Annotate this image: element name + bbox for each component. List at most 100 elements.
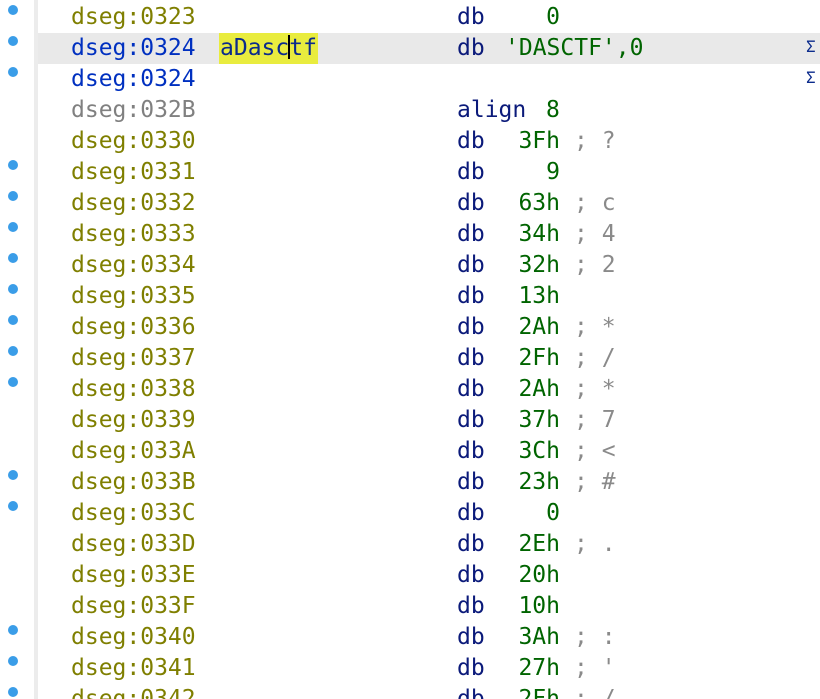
mnemonic[interactable]: db — [457, 591, 485, 622]
address[interactable]: dseg:033A — [71, 436, 196, 467]
address[interactable]: dseg:0323 — [71, 2, 196, 33]
listing-row[interactable]: dseg:0333 db 34h ; 4 — [38, 219, 820, 250]
mnemonic[interactable]: db — [457, 529, 485, 560]
listing-row[interactable]: dseg:0330 db 3Fh ; ? — [38, 126, 820, 157]
address[interactable]: dseg:033E — [71, 560, 196, 591]
address[interactable]: dseg:0338 — [71, 374, 196, 405]
listing-row[interactable]: dseg:033A db 3Ch ; < — [38, 436, 820, 467]
mnemonic[interactable]: db — [457, 250, 485, 281]
mnemonic[interactable]: db — [457, 157, 485, 188]
operand[interactable]: 8 — [546, 95, 560, 126]
address[interactable]: dseg:0341 — [71, 653, 196, 684]
breakpoint-dot-icon[interactable] — [8, 501, 18, 511]
breakpoint-dot-icon[interactable] — [8, 687, 18, 697]
operand[interactable]: 23h — [518, 467, 560, 498]
mnemonic[interactable]: db — [457, 219, 485, 250]
mnemonic[interactable]: db — [457, 498, 485, 529]
operand[interactable]: 2Ah — [518, 374, 560, 405]
operand[interactable]: 2Ah — [518, 312, 560, 343]
mnemonic[interactable]: db — [457, 653, 485, 684]
listing-row[interactable]: dseg:0337 db 2Fh ; / — [38, 343, 820, 374]
listing-row[interactable]: dseg:0338 db 2Ah ; * — [38, 374, 820, 405]
address[interactable]: dseg:0324 — [71, 64, 196, 95]
listing-row[interactable]: dseg:033B db 23h ; # — [38, 467, 820, 498]
breakpoint-dot-icon[interactable] — [8, 377, 18, 387]
breakpoint-dot-icon[interactable] — [8, 656, 18, 666]
listing-row[interactable]: dseg:033C db 0 — [38, 498, 820, 529]
operand[interactable]: 9 — [546, 157, 560, 188]
listing-row[interactable]: dseg:033D db 2Eh ; . — [38, 529, 820, 560]
breakpoint-dot-icon[interactable] — [8, 67, 18, 77]
breakpoint-dot-icon[interactable] — [8, 470, 18, 480]
disassembly-listing[interactable]: dseg:0323 db 0 dseg:0324 aDasctf db 'DASCTF',0… — [38, 0, 820, 699]
mnemonic[interactable]: db — [457, 2, 485, 33]
operand[interactable]: 3Ch — [518, 436, 560, 467]
breakpoint-dot-icon[interactable] — [8, 346, 18, 356]
mnemonic[interactable]: db — [457, 312, 485, 343]
operand[interactable]: 34h — [518, 219, 560, 250]
operand[interactable]: 63h — [518, 188, 560, 219]
operand[interactable]: 3Fh — [518, 126, 560, 157]
operand[interactable]: 2Fh — [518, 343, 560, 374]
breakpoint-dot-icon[interactable] — [8, 5, 18, 15]
listing-row[interactable]: dseg:0331 db 9 — [38, 157, 820, 188]
listing-row[interactable]: dseg:0335 db 13h — [38, 281, 820, 312]
listing-row[interactable]: dseg:032B align 8 — [38, 95, 820, 126]
breakpoint-dot-icon[interactable] — [8, 284, 18, 294]
breakpoint-dot-icon[interactable] — [8, 315, 18, 325]
operand[interactable]: 32h — [518, 250, 560, 281]
listing-row[interactable]: dseg:033F db 10h — [38, 591, 820, 622]
breakpoint-dot-icon[interactable] — [8, 191, 18, 201]
address[interactable]: dseg:0342 — [71, 684, 196, 699]
breakpoint-dot-icon[interactable] — [8, 160, 18, 170]
address[interactable]: dseg:0336 — [71, 312, 196, 343]
operand[interactable]: 37h — [518, 405, 560, 436]
address[interactable]: dseg:033F — [71, 591, 196, 622]
address[interactable]: dseg:0332 — [71, 188, 196, 219]
address[interactable]: dseg:033C — [71, 498, 196, 529]
mnemonic[interactable]: db — [457, 126, 485, 157]
breakpoint-gutter[interactable] — [0, 0, 34, 699]
breakpoint-dot-icon[interactable] — [8, 222, 18, 232]
mnemonic[interactable]: db — [457, 684, 485, 699]
operand[interactable]: 10h — [518, 591, 560, 622]
listing-row[interactable]: dseg:0336 db 2Ah ; * — [38, 312, 820, 343]
address[interactable]: dseg:0331 — [71, 157, 196, 188]
address[interactable]: dseg:033D — [71, 529, 196, 560]
listing-row[interactable]: dseg:0339 db 37h ; 7 — [38, 405, 820, 436]
address[interactable]: dseg:0339 — [71, 405, 196, 436]
mnemonic[interactable]: db — [457, 405, 485, 436]
listing-row[interactable]: dseg:0334 db 32h ; 2 — [38, 250, 820, 281]
listing-row[interactable]: dseg:033E db 20h — [38, 560, 820, 591]
address[interactable]: dseg:0330 — [71, 126, 196, 157]
address[interactable]: dseg:0340 — [71, 622, 196, 653]
listing-row[interactable]: dseg:0324 — [38, 64, 820, 95]
mnemonic[interactable]: db — [457, 560, 485, 591]
address[interactable]: dseg:0324 — [71, 33, 196, 64]
operand[interactable]: 13h — [518, 281, 560, 312]
mnemonic[interactable]: db — [457, 188, 485, 219]
current-listing-row[interactable]: dseg:0324 aDasctf db 'DASCTF',0 — [38, 33, 820, 64]
listing-row[interactable]: dseg:0332 db 63h ; c — [38, 188, 820, 219]
address[interactable]: dseg:0334 — [71, 250, 196, 281]
label-name[interactable]: aDasctf — [219, 33, 318, 64]
address[interactable]: dseg:033B — [71, 467, 196, 498]
address[interactable]: dseg:0333 — [71, 219, 196, 250]
mnemonic[interactable]: db — [457, 343, 485, 374]
mnemonic[interactable]: db — [457, 281, 485, 312]
operand[interactable]: 2Eh — [518, 529, 560, 560]
breakpoint-dot-icon[interactable] — [8, 625, 18, 635]
operand[interactable]: 2Fh — [518, 684, 560, 699]
operand[interactable]: 0 — [546, 498, 560, 529]
operand[interactable]: 'DASCTF',0 — [505, 33, 643, 64]
listing-row[interactable]: dseg:0323 db 0 — [38, 2, 820, 33]
listing-row[interactable]: dseg:0340 db 3Ah ; : — [38, 622, 820, 653]
operand[interactable]: 0 — [546, 2, 560, 33]
listing-row[interactable]: dseg:0342 db 2Fh ; / — [38, 684, 820, 699]
mnemonic[interactable]: align — [457, 95, 526, 126]
mnemonic[interactable]: db — [457, 622, 485, 653]
operand[interactable]: 20h — [518, 560, 560, 591]
mnemonic[interactable]: db — [457, 436, 485, 467]
operand[interactable]: 27h — [518, 653, 560, 684]
address[interactable]: dseg:0335 — [71, 281, 196, 312]
